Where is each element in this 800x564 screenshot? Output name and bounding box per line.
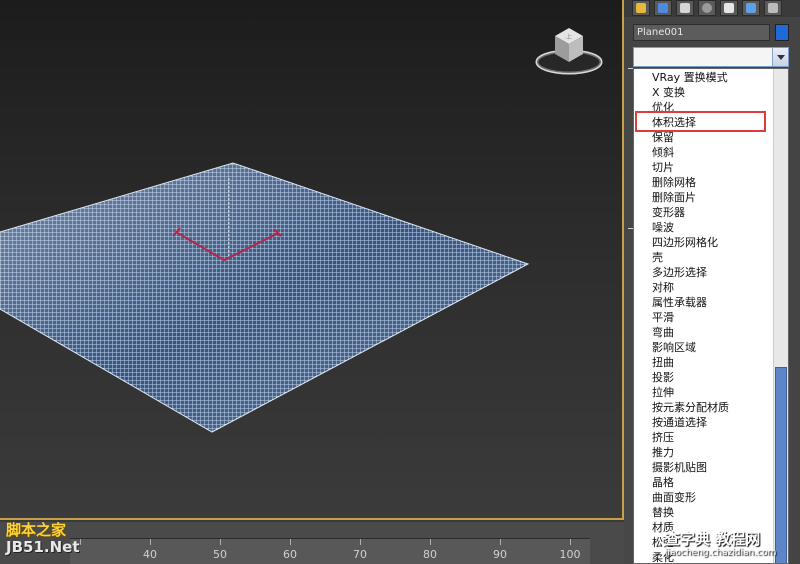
watermark-site-title: 查字典 教程网 [665, 530, 761, 548]
tick [570, 539, 571, 545]
watermark-chazidian: 查字典 教程网 jiaocheng.chazidian.com [665, 528, 800, 564]
list-item[interactable]: 摄影机贴图 [634, 460, 775, 475]
watermark-site: JB51.Net [6, 538, 80, 556]
panel-side-strip [624, 68, 633, 564]
tick [290, 539, 291, 545]
time-ruler[interactable]: 40 50 60 70 80 90 100 [70, 538, 590, 564]
modifier-list-dropdown[interactable] [633, 47, 789, 67]
command-panel: Plane001 VRay 置换模式 X 变换 优化 体积选择 保留 倾斜 切片… [624, 0, 800, 564]
tick-label: 70 [353, 548, 367, 561]
timeline[interactable]: 40 50 60 70 80 90 100 [0, 522, 624, 564]
perspective-viewport[interactable]: 上 [0, 0, 624, 520]
list-item[interactable]: 影响区域 [634, 340, 775, 355]
list-scrollbar[interactable] [773, 69, 788, 563]
app-window: 上 40 50 60 70 80 90 100 脚本之家 JB51.Net Pl… [0, 0, 800, 564]
tick-label: 80 [423, 548, 437, 561]
display-tab-icon[interactable] [720, 0, 738, 16]
viewcube-icon[interactable]: 上 [533, 22, 605, 78]
chevron-down-icon[interactable] [772, 48, 788, 66]
modify-tab-icon[interactable] [654, 0, 672, 16]
tick-label: 60 [283, 548, 297, 561]
object-name-field[interactable]: Plane001 [633, 24, 770, 41]
list-item[interactable]: 按通道选择 [634, 415, 775, 430]
tick-label: 50 [213, 548, 227, 561]
list-item[interactable]: 曲面变形 [634, 490, 775, 505]
watermark-site-url: jiaocheng.chazidian.com [665, 548, 777, 558]
list-item[interactable]: 壳 [634, 250, 775, 265]
motion-tab-icon[interactable] [698, 0, 716, 16]
watermark-jb51: 脚本之家 JB51.Net [6, 519, 86, 556]
tick [430, 539, 431, 545]
list-item[interactable]: 删除网格 [634, 175, 775, 190]
list-item[interactable]: 投影 [634, 370, 775, 385]
list-item[interactable]: 扭曲 [634, 355, 775, 370]
create-tab-icon[interactable] [632, 0, 650, 16]
command-panel-tabs [624, 0, 800, 17]
list-item[interactable]: 按元素分配材质 [634, 400, 775, 415]
list-item[interactable]: 倾斜 [634, 145, 775, 160]
tick-label: 90 [493, 548, 507, 561]
tick-label: 40 [143, 548, 157, 561]
tick [150, 539, 151, 545]
list-item[interactable]: 晶格 [634, 475, 775, 490]
tick-label: 100 [559, 548, 581, 561]
extra-tab-icon[interactable] [764, 0, 782, 16]
list-item[interactable]: 优化 [634, 100, 775, 115]
modifier-list[interactable]: VRay 置换模式 X 变换 优化 体积选择 保留 倾斜 切片 删除网格 删除面… [633, 68, 789, 564]
list-item[interactable]: 拉伸 [634, 385, 775, 400]
hierarchy-tab-icon[interactable] [676, 0, 694, 16]
utilities-tab-icon[interactable] [742, 0, 760, 16]
list-item[interactable]: 保留 [634, 130, 775, 145]
tick [220, 539, 221, 545]
object-color-swatch[interactable] [775, 24, 789, 41]
list-item[interactable]: 切片 [634, 160, 775, 175]
list-item[interactable]: 属性承载器 [634, 295, 775, 310]
list-item[interactable]: 对称 [634, 280, 775, 295]
svg-text:上: 上 [566, 33, 572, 41]
watermark-title: 脚本之家 [6, 521, 67, 539]
list-item[interactable]: 删除面片 [634, 190, 775, 205]
tick [500, 539, 501, 545]
list-item[interactable]: 多边形选择 [634, 265, 775, 280]
list-item[interactable]: 平滑 [634, 310, 775, 325]
list-item[interactable]: VRay 置换模式 [634, 70, 775, 85]
list-item-selected[interactable]: 体积选择 [634, 115, 775, 130]
list-item[interactable]: 弯曲 [634, 325, 775, 340]
list-item[interactable]: X 变换 [634, 85, 775, 100]
plane-mesh[interactable] [0, 0, 624, 520]
list-item[interactable]: 推力 [634, 445, 775, 460]
list-item[interactable]: 挤压 [634, 430, 775, 445]
list-item[interactable]: 替换 [634, 505, 775, 520]
list-item[interactable]: 噪波 [634, 220, 775, 235]
tick [360, 539, 361, 545]
list-item[interactable]: 四边形网格化 [634, 235, 775, 250]
list-item[interactable]: 变形器 [634, 205, 775, 220]
